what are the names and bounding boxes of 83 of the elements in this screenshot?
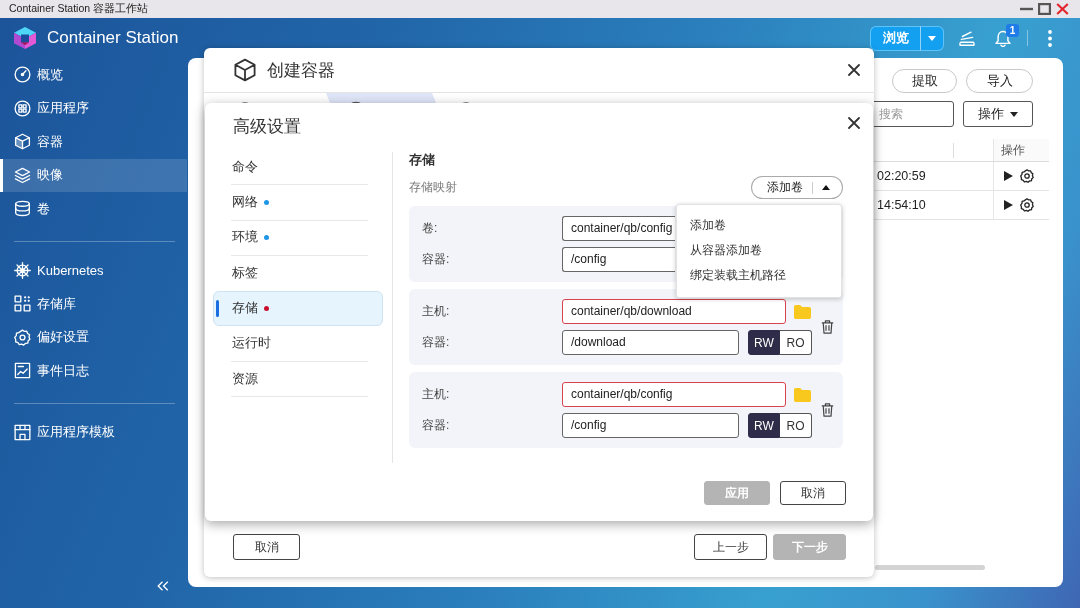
maximize-icon[interactable] <box>1038 3 1051 15</box>
nav-item[interactable]: 标签 <box>213 256 383 291</box>
nav-item[interactable]: 命令 <box>213 150 383 185</box>
path-field[interactable]: /download <box>562 330 739 355</box>
sidebar-item[interactable]: 容器 <box>0 125 188 159</box>
path-field[interactable]: container/qb/config <box>562 216 675 241</box>
pill-button[interactable]: 提取 <box>892 69 957 93</box>
dropdown-button[interactable] <box>812 176 843 199</box>
app-title: Container Station <box>47 28 179 48</box>
sidebar-item[interactable]: 偏好设置 <box>0 320 188 354</box>
step-button[interactable]: 上一步 <box>694 534 767 560</box>
gauge-icon <box>14 66 31 84</box>
cancel-button[interactable]: 取消 <box>233 534 300 560</box>
caret-icon <box>1010 111 1018 117</box>
section-title: 存储 <box>409 152 435 168</box>
layers-icon <box>14 166 31 184</box>
horizontal-scrollbar[interactable] <box>875 565 985 570</box>
notification-badge: 1 <box>1006 23 1019 37</box>
add-volume-button[interactable]: 添加卷 <box>751 176 812 199</box>
play-icon[interactable] <box>1004 171 1013 181</box>
nav-item[interactable]: 环境 <box>213 220 383 255</box>
gear-icon[interactable] <box>1020 198 1034 212</box>
sidebar-item[interactable]: 映像 <box>0 158 187 192</box>
sidebar-item[interactable]: 卷 <box>0 192 188 226</box>
cube-icon <box>14 133 31 151</box>
gear-icon[interactable] <box>1020 169 1034 183</box>
bell-icon[interactable] <box>994 29 1012 47</box>
sidebar-item[interactable]: 存储库 <box>0 287 188 321</box>
table-cell-text: 14:54:10 <box>876 197 927 214</box>
action-button[interactable]: 操作 <box>963 101 1033 127</box>
stack-icon[interactable] <box>959 30 975 46</box>
close-icon[interactable] <box>848 117 860 129</box>
cancel-button[interactable]: 取消 <box>780 481 846 505</box>
menu-item[interactable]: 从容器添加卷 <box>677 238 841 263</box>
toggle-option[interactable]: RO <box>780 330 812 355</box>
menu-item[interactable]: 绑定装载主机路径 <box>677 263 841 288</box>
sidebar-item[interactable]: 事件日志 <box>0 354 188 388</box>
field-label: 主机: <box>422 386 451 403</box>
toggle-option[interactable]: RW <box>748 413 780 438</box>
field-label: 主机: <box>422 303 451 320</box>
field-label: 容器: <box>422 251 451 268</box>
path-field[interactable]: /config <box>562 247 675 272</box>
column-header: 操作 <box>993 139 1049 161</box>
path-field[interactable]: /config <box>562 413 739 438</box>
trash-icon[interactable] <box>821 403 834 417</box>
section-subtitle: 存储映射 <box>409 179 457 196</box>
more-menu-icon[interactable] <box>1048 29 1052 47</box>
menu-item[interactable]: 添加卷 <box>677 213 841 238</box>
apps-icon <box>14 99 31 117</box>
play-icon[interactable] <box>1004 200 1013 210</box>
sidebar-item[interactable]: Kubernetes <box>0 253 188 287</box>
toggle-option[interactable]: RW <box>748 330 780 355</box>
pill-button[interactable]: 导入 <box>966 69 1033 93</box>
dialog-title: 创建容器 <box>267 59 335 82</box>
database-icon <box>14 200 31 218</box>
path-field[interactable]: container/qb/config <box>562 382 786 407</box>
window-title: Container Station 容器工作站 <box>9 2 149 16</box>
nav-item[interactable]: 资源 <box>213 361 383 397</box>
close-icon[interactable] <box>848 64 860 76</box>
table-cell-text: 02:20:59 <box>876 168 927 185</box>
nav-item[interactable]: 网络 <box>213 185 383 220</box>
cube-icon <box>233 58 257 82</box>
grid-icon <box>14 295 31 313</box>
caret-icon <box>928 35 936 41</box>
field-label: 卷: <box>422 220 439 237</box>
double-chevron-icon[interactable] <box>157 581 169 591</box>
path-field[interactable]: container/qb/download <box>562 299 786 324</box>
helm-wheel-icon <box>14 261 31 279</box>
nav-item[interactable]: 运行时 <box>213 326 383 361</box>
caret-icon <box>821 185 830 190</box>
nav-item[interactable]: 存储 <box>213 291 383 326</box>
field-label: 容器: <box>422 334 451 351</box>
sidebar-item[interactable]: 应用程序模板 <box>0 415 188 449</box>
sidebar-item[interactable]: 应用程序 <box>0 91 188 125</box>
chart-icon <box>14 362 31 380</box>
field-label: 容器: <box>422 417 451 434</box>
trash-icon[interactable] <box>821 320 834 334</box>
gear-icon <box>14 328 31 346</box>
toggle-option[interactable]: RO <box>780 413 812 438</box>
sidebar-item[interactable]: 概览 <box>0 58 188 92</box>
layout-icon <box>14 423 31 441</box>
dialog-title: 高级设置 <box>233 116 301 138</box>
logo-icon <box>14 27 36 49</box>
